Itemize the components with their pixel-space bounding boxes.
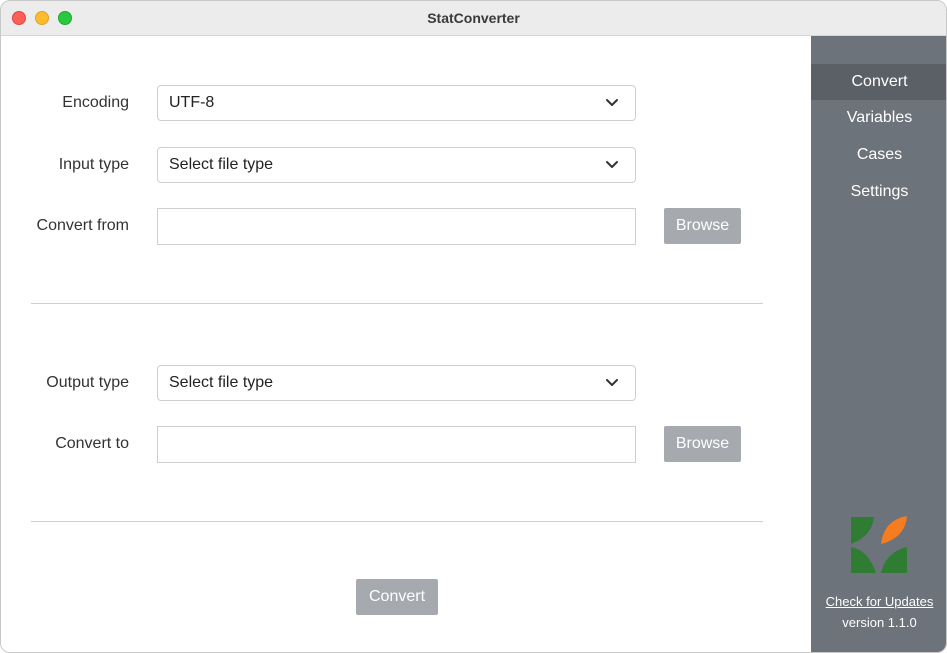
check-for-updates-link[interactable]: Check for Updates [811,594,946,609]
encoding-value: UTF-8 [169,94,215,111]
input-type-label: Input type [58,156,129,173]
section-divider [31,521,763,522]
app-window: StatConverter Encoding UTF-8 Input type … [0,0,947,653]
output-type-value: Select file type [169,374,274,391]
convert-from-label: Convert from [36,217,129,234]
sidebar-item-settings[interactable]: Settings [811,174,946,210]
window-title: StatConverter [427,10,520,26]
browse-input-button[interactable]: Browse [664,208,741,244]
convert-panel: Encoding UTF-8 Input type Select file ty… [1,36,811,652]
section-divider [31,303,763,304]
encoding-label: Encoding [62,94,129,111]
sidebar-item-cases[interactable]: Cases [811,137,946,173]
chevron-down-icon [606,379,618,386]
convert-to-label: Convert to [55,435,129,452]
convert-button[interactable]: Convert [356,579,438,615]
sidebar-item-convert[interactable]: Convert [811,64,946,100]
input-type-select[interactable]: Select file type [157,147,636,183]
sidebar-item-variables[interactable]: Variables [811,100,946,136]
statconverter-logo [851,516,907,573]
chevron-down-icon [606,99,618,106]
chevron-down-icon [606,161,618,168]
browse-output-button[interactable]: Browse [664,426,741,462]
convert-from-field[interactable] [157,208,636,245]
input-type-value: Select file type [169,156,274,173]
encoding-select[interactable]: UTF-8 [157,85,636,121]
output-type-label: Output type [46,374,129,391]
sidebar: Convert Variables Cases Settings Check f… [811,36,946,652]
output-type-select[interactable]: Select file type [157,365,636,401]
version-label: version 1.1.0 [842,615,917,630]
convert-to-field[interactable] [157,426,636,463]
title-bar: StatConverter [1,1,946,36]
